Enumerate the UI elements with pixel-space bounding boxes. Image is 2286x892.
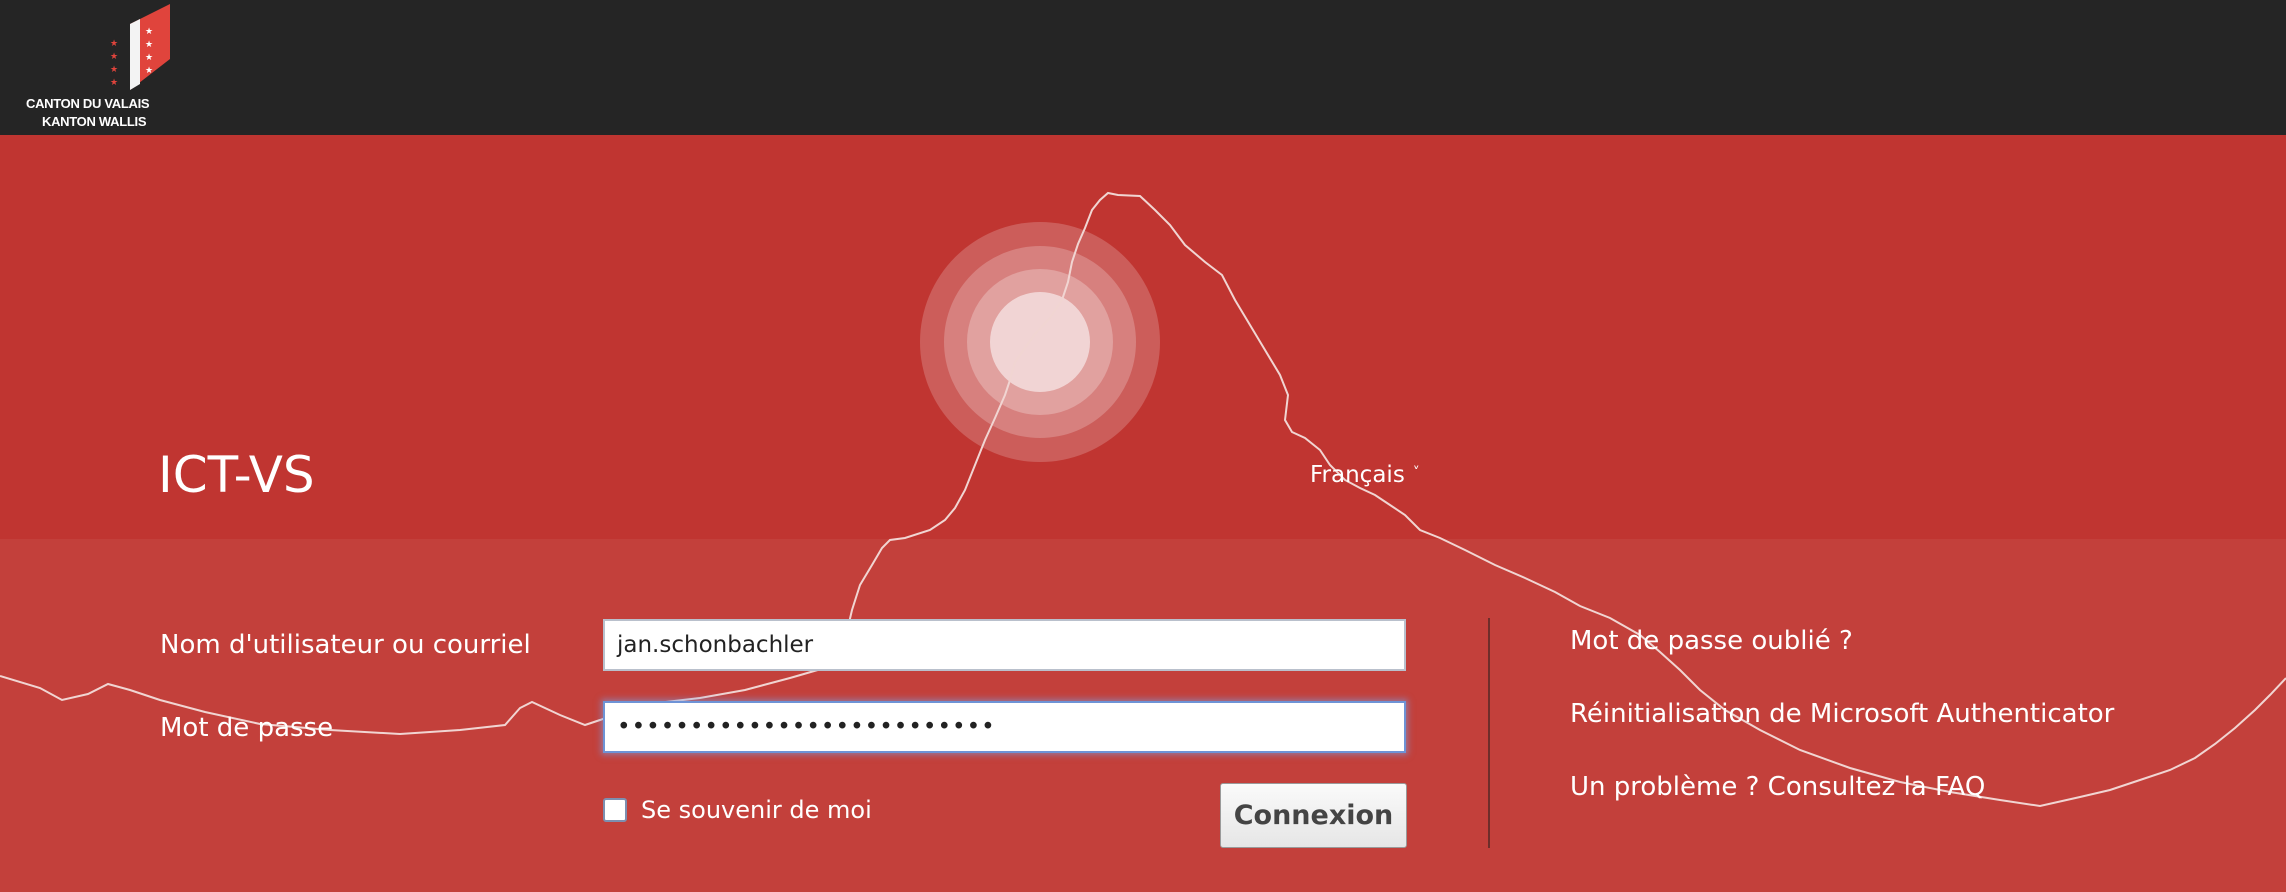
- faq-link[interactable]: Un problème ? Consultez la FAQ: [1570, 772, 1985, 802]
- top-bar: ★ ★ ★ ★ ★ ★ ★ ★ CANTON DU VALAIS KANTON …: [0, 0, 2286, 135]
- svg-text:★: ★: [110, 78, 118, 88]
- svg-text:★: ★: [110, 39, 118, 49]
- language-selected: Français: [1310, 462, 1405, 488]
- remember-me[interactable]: Se souvenir de moi: [603, 795, 872, 825]
- chevron-down-icon: ˅: [1412, 465, 1420, 481]
- remember-me-label: Se souvenir de moi: [641, 796, 872, 824]
- hero-banner: [0, 135, 2286, 539]
- svg-text:★: ★: [145, 53, 153, 63]
- forgot-password-link[interactable]: Mot de passe oublié ?: [1570, 626, 1853, 656]
- language-selector[interactable]: Français ˅: [1310, 462, 1420, 488]
- username-input[interactable]: jan.schonbachler: [603, 619, 1406, 671]
- password-label: Mot de passe: [160, 713, 334, 743]
- username-label: Nom d'utilisateur ou courriel: [160, 630, 531, 660]
- svg-text:★: ★: [110, 52, 118, 62]
- logo-text-fr: CANTON DU VALAIS: [26, 96, 150, 111]
- svg-text:★: ★: [110, 65, 118, 75]
- logo-text-de: KANTON WALLIS: [42, 114, 147, 129]
- reset-authenticator-link[interactable]: Réinitialisation de Microsoft Authentica…: [1570, 699, 2114, 729]
- svg-text:★: ★: [145, 27, 153, 37]
- canton-logo[interactable]: ★ ★ ★ ★ ★ ★ ★ ★ CANTON DU VALAIS KANTON …: [20, 4, 170, 132]
- remember-me-checkbox[interactable]: [603, 798, 627, 822]
- app-title: ICT-VS: [158, 446, 315, 504]
- svg-text:★: ★: [145, 66, 153, 76]
- valais-flag-icon: ★ ★ ★ ★ ★ ★ ★ ★: [110, 4, 170, 90]
- login-page: ★ ★ ★ ★ ★ ★ ★ ★ CANTON DU VALAIS KANTON …: [0, 0, 2286, 892]
- svg-text:★: ★: [145, 40, 153, 50]
- login-button[interactable]: Connexion: [1220, 783, 1407, 848]
- password-input[interactable]: ••••••••••••••••••••••••••: [603, 701, 1406, 753]
- vertical-divider: [1488, 618, 1490, 848]
